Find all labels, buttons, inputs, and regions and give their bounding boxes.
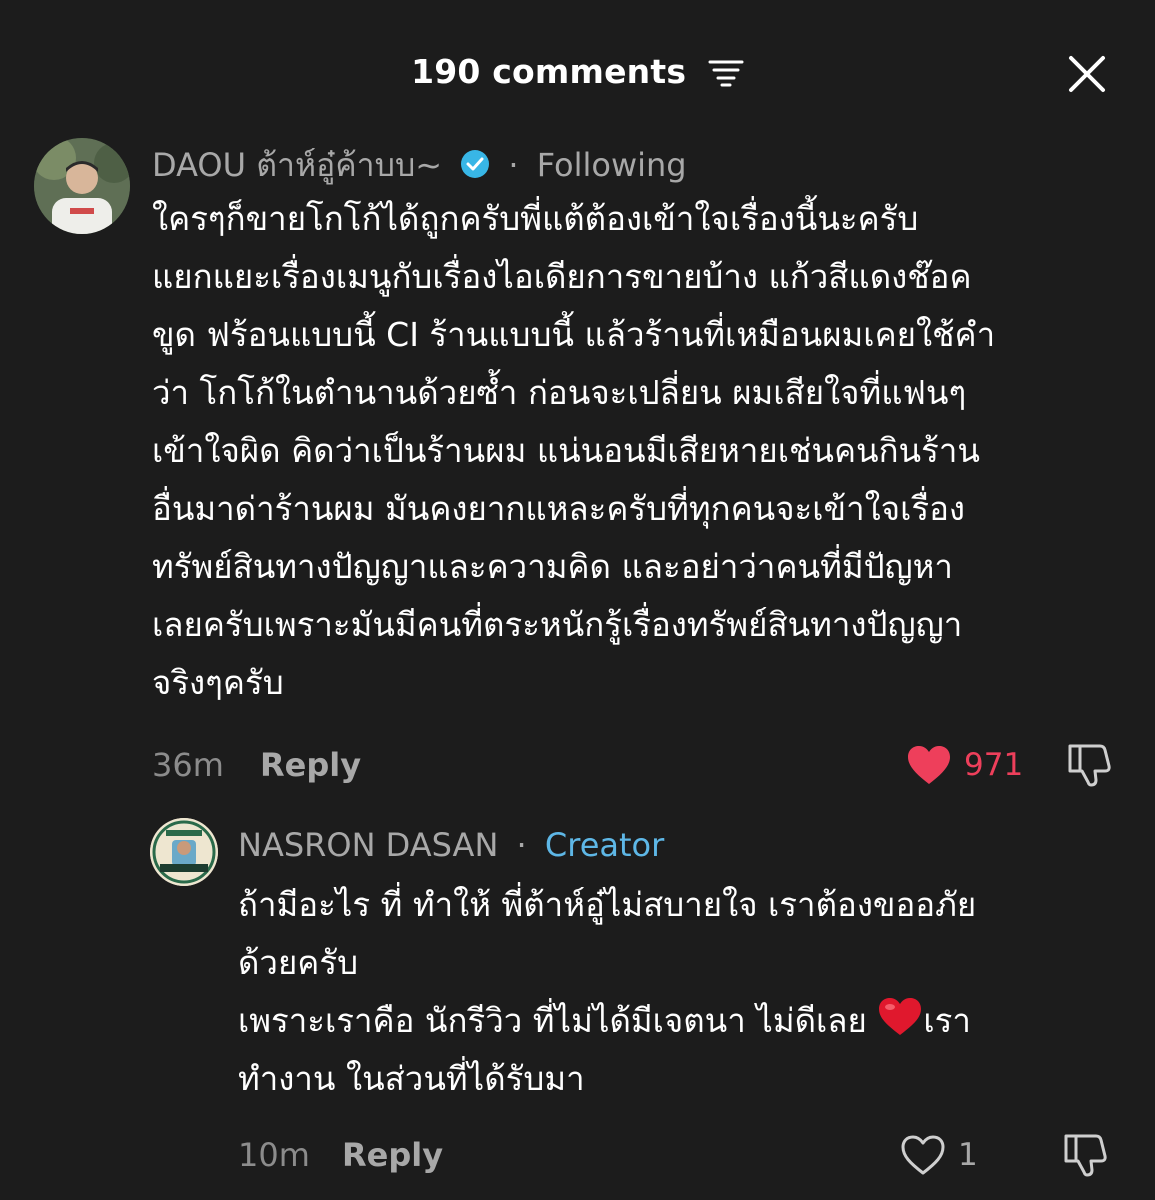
reply-text-line: ถ้ามีอะไร ที่ ทำให้ พี่ต้าห์อู๋ไม่สบายใจ… [238, 885, 977, 924]
comment-timestamp: 36m [152, 746, 224, 784]
reply-button[interactable]: Reply [260, 746, 361, 784]
like-button[interactable]: 971 [906, 744, 1023, 786]
close-icon [1069, 56, 1105, 92]
comments-sheet: 190 comments DAOU ต้าห์อู๋ค้าบบ~ · Follo… [0, 0, 1155, 1200]
like-count: 971 [964, 747, 1024, 783]
reply-text-line: ด้วยครับ [238, 943, 359, 982]
following-label: Following [536, 146, 687, 184]
comment-text-line: เข้าใจผิด คิดว่าเป็นร้านผม แน่นอนมีเสียห… [152, 431, 980, 470]
reply-button[interactable]: Reply [342, 1136, 443, 1174]
separator-dot: · [516, 826, 527, 864]
close-button[interactable] [1067, 54, 1107, 94]
comment-username-line: DAOU ต้าห์อู๋ค้าบบ~ · Following [152, 140, 687, 191]
reply-avatar[interactable] [150, 818, 218, 886]
comments-count-label: 190 comments [411, 52, 687, 91]
avatar[interactable] [34, 138, 130, 234]
comment-text-line: จริงๆครับ [152, 663, 284, 702]
comment-text-line: ว่า โกโก้ในตำนานด้วยซ้ำ ก่อนจะเปลี่ยน ผม… [152, 373, 967, 412]
comment-text-line: อื่นมาด่าร้านผม มันคงยากแหละครับที่ทุกคน… [152, 489, 966, 528]
comment-text-line: ใครๆก็ขายโกโก้ได้ถูกครับพี่แต้ต้องเข้าใจ… [152, 199, 919, 238]
reply-username[interactable]: NASRON DASAN [238, 826, 498, 864]
reply-like-count: 1 [958, 1137, 978, 1173]
heart-filled-icon [908, 746, 950, 784]
comments-title: 190 comments [0, 52, 1155, 91]
comment-text: ใครๆก็ขายโกโก้ได้ถูกครับพี่แต้ต้องเข้าใจ… [152, 190, 1132, 712]
reply-text-line: เพราะเราคือ นักรีวิว ที่ไม่ได้มีเจตนา ไม… [238, 992, 1118, 1050]
reply-text-segment: เรา [923, 1001, 971, 1040]
reply-text-line: ทำงาน ในส่วนที่ได้รับมา [238, 1059, 585, 1098]
creator-label: Creator [544, 826, 665, 864]
reply-dislike-button[interactable] [1062, 1132, 1108, 1178]
comments-header: 190 comments [0, 0, 1155, 150]
separator-dot: · [508, 146, 519, 184]
comment-text-line: ทรัพย์สินทางปัญญาและความคิด และอย่าว่าคน… [152, 547, 953, 586]
heart-outline-icon [901, 1135, 945, 1175]
thumbs-down-icon [1068, 744, 1111, 787]
comment-username[interactable]: DAOU ต้าห์อู๋ค้าบบ~ [152, 146, 442, 184]
filter-lines-icon[interactable] [708, 56, 744, 86]
reply-text: ถ้ามีอะไร ที่ ทำให้ พี่ต้าห์อู๋ไม่สบายใจ… [238, 876, 1118, 1108]
comment-text-line: เลยครับเพราะมันมีคนที่ตระหนักรู้เรื่องทร… [152, 605, 963, 644]
verified-badge-icon [460, 149, 490, 179]
reply-username-line: NASRON DASAN · Creator [238, 826, 664, 864]
comment-text-line: ขูด ฟร้อนแบบนี้ CI ร้านแบบนี้ แล้วร้านที… [152, 315, 996, 354]
comment-text-line: แยกแยะเรื่องเมนูกับเรื่องไอเดียการขายบ้า… [152, 257, 972, 296]
red-heart-emoji-icon [877, 997, 923, 1037]
reply-text-segment: เพราะเราคือ นักรีวิว ที่ไม่ได้มีเจตนา ไม… [238, 1001, 878, 1040]
reply-like-button[interactable]: 1 [900, 1134, 978, 1176]
thumbs-down-icon [1064, 1134, 1107, 1177]
dislike-button[interactable] [1066, 742, 1112, 788]
reply-timestamp: 10m [238, 1136, 310, 1174]
